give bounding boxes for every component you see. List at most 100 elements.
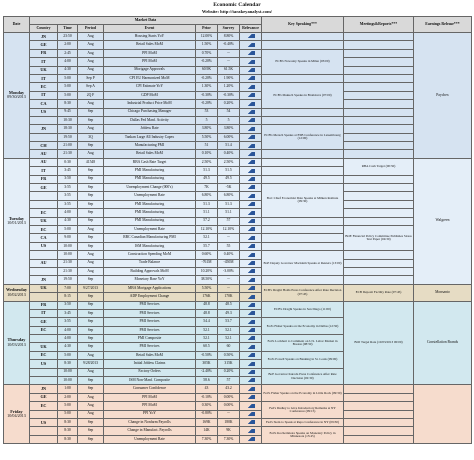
country-cell: UK [29, 342, 58, 352]
prior-cell: 54.4 [195, 317, 218, 327]
relevance-bar-icon [246, 403, 255, 408]
relevance-cell [239, 258, 262, 268]
key-speaking-cell: ECB's Makuch Speaks in Bratislava (07:00… [261, 82, 344, 109]
key-speaking-cell: ECB's Mersch Speaks at ESB Conference in… [261, 124, 344, 151]
period-cell: Sep [77, 241, 104, 252]
country-cell [29, 191, 58, 201]
time-cell: 21:00 [57, 141, 78, 151]
key-speaking-cell [261, 241, 344, 252]
prior-cell: -0.20% [195, 99, 218, 109]
relevance-cell [239, 308, 262, 319]
survey-cell: -5K [217, 183, 240, 193]
period-cell: Aug [77, 350, 104, 361]
event-cell: PMI Services [103, 317, 196, 327]
relevance-cell [239, 384, 262, 394]
event-cell: Retail Sales MoM [103, 350, 196, 361]
table-row: 3:55 Sep PMI Manufacturing 51.3 51.3 [3, 199, 472, 210]
relevance-bar-icon [246, 227, 255, 232]
time-cell: 10:00 [57, 367, 78, 378]
prior-cell: 51 [195, 141, 218, 151]
event-cell: Housing Starts YoY [103, 31, 196, 42]
survey-cell: 8.80% [217, 31, 240, 42]
country-cell: IT [29, 73, 58, 84]
period-cell: Sep [77, 166, 104, 176]
relevance-cell [239, 417, 262, 428]
event-cell: Chicago Purchasing Manager [103, 107, 196, 117]
time-cell: 3:55 [57, 317, 78, 327]
prior-cell: 51.3 [195, 166, 218, 176]
time-cell: 19:50 [57, 275, 78, 285]
table-row: IT 4:00 Aug PPI MoM -0.20% -- [3, 57, 472, 67]
relevance-bar-icon [246, 311, 255, 316]
survey-cell: -- [217, 275, 240, 285]
prior-cell: 43 [195, 384, 218, 394]
relevance-bar-icon [246, 135, 255, 140]
time-cell: 10:30 [57, 115, 78, 126]
meetings-cell [343, 434, 414, 445]
key-speaking-cell: Fed's Fisher Speaks on the Economy in Li… [261, 384, 344, 403]
period-cell: Aug [77, 266, 104, 277]
key-speaking-cell [261, 107, 344, 117]
key-speaking-cell: Fed's Lockhart to Comment on U.S. Labor … [261, 334, 344, 352]
event-cell: Change in Manufact. Payrolls [103, 426, 196, 436]
relevance-cell [239, 334, 262, 344]
event-cell: Trade Balance [103, 258, 196, 268]
period-cell: 2Q F [77, 90, 104, 101]
time-cell: 3:55 [57, 199, 78, 210]
relevance-bar-icon [246, 151, 255, 156]
relevance-bar-icon [246, 193, 255, 198]
relevance-bar-icon [246, 395, 255, 400]
relevance-bar-icon [246, 93, 255, 98]
event-cell: PMI Composite [103, 334, 196, 344]
period-cell: 3Q [77, 132, 104, 143]
prior-cell: 5 [195, 115, 218, 126]
survey-cell: 5 [217, 115, 240, 126]
meetings-cell [343, 73, 414, 84]
country-cell: IT [29, 90, 58, 101]
time-cell: 21:30 [57, 266, 78, 277]
meetings-cell [343, 141, 414, 151]
prior-cell: 12.00% [195, 31, 218, 42]
survey-cell: 9K [217, 426, 240, 436]
relevance-cell [239, 31, 262, 42]
prior-cell: 52.1 [195, 334, 218, 344]
event-cell: PMI Manufacturing [103, 199, 196, 210]
prior-cell: 53 [195, 107, 218, 117]
table-row: AU 21:30 Aug Retail Sales MoM 0.10% 0.40% [3, 149, 472, 159]
country-cell: JN [29, 384, 58, 394]
table-row: AU 21:30 Aug Trade Balance -761M -450M [3, 258, 472, 268]
period-cell: Aug [77, 40, 104, 50]
country-cell: EC [29, 208, 58, 218]
table-row: JN 18:30 Aug Jobless Rate 3.80% 3.80% ECB's Me… [3, 124, 472, 151]
relevance-cell [239, 342, 262, 352]
key-speaking-cell: ECB's Draghi Holds Press Conference Afte… [261, 283, 344, 302]
event-cell: Unemployment Rate [103, 191, 196, 201]
period-cell: Sep [77, 115, 104, 126]
key-speaking-cell [261, 224, 344, 235]
relevance-cell [239, 132, 262, 143]
time-cell: 5:00 [57, 224, 78, 235]
survey-cell: 0.50% [217, 350, 240, 361]
event-cell: PPI MoM [103, 57, 196, 67]
country-cell: GE [29, 392, 58, 403]
table-row: UK 4:30 Aug Mortgage Approvals 60.9K 61.5K [3, 65, 472, 75]
table-row: GE 2:00 Aug Retail Sales MoM 1.50% -0.40% [3, 40, 472, 50]
key-speaking-cell: BoE Deputy Governor Macklem Speaks at Re… [261, 250, 344, 277]
key-speaking-cell: Fed's Stein to Speak at Repo Conference … [261, 417, 344, 428]
survey-cell: 0.20% [217, 367, 240, 378]
prior-cell: 7K [195, 183, 218, 193]
event-cell: PMI Services [103, 325, 196, 336]
relevance-cell [239, 174, 262, 185]
relevance-bar-icon [246, 84, 255, 89]
survey-cell: 57 [217, 375, 240, 386]
period-cell: Aug [77, 409, 104, 419]
page-title: Economic Calendar [213, 2, 261, 8]
country-cell: AU [29, 157, 58, 168]
event-cell: Unemployment Rate [103, 224, 196, 235]
survey-cell: -3.00% [217, 266, 240, 277]
relevance-bar-icon [246, 361, 255, 366]
relevance-bar-icon [246, 51, 255, 56]
event-cell: Unemployment Rate [103, 434, 196, 445]
relevance-bar-icon [246, 378, 255, 383]
survey-cell: 0.00% [217, 392, 240, 403]
